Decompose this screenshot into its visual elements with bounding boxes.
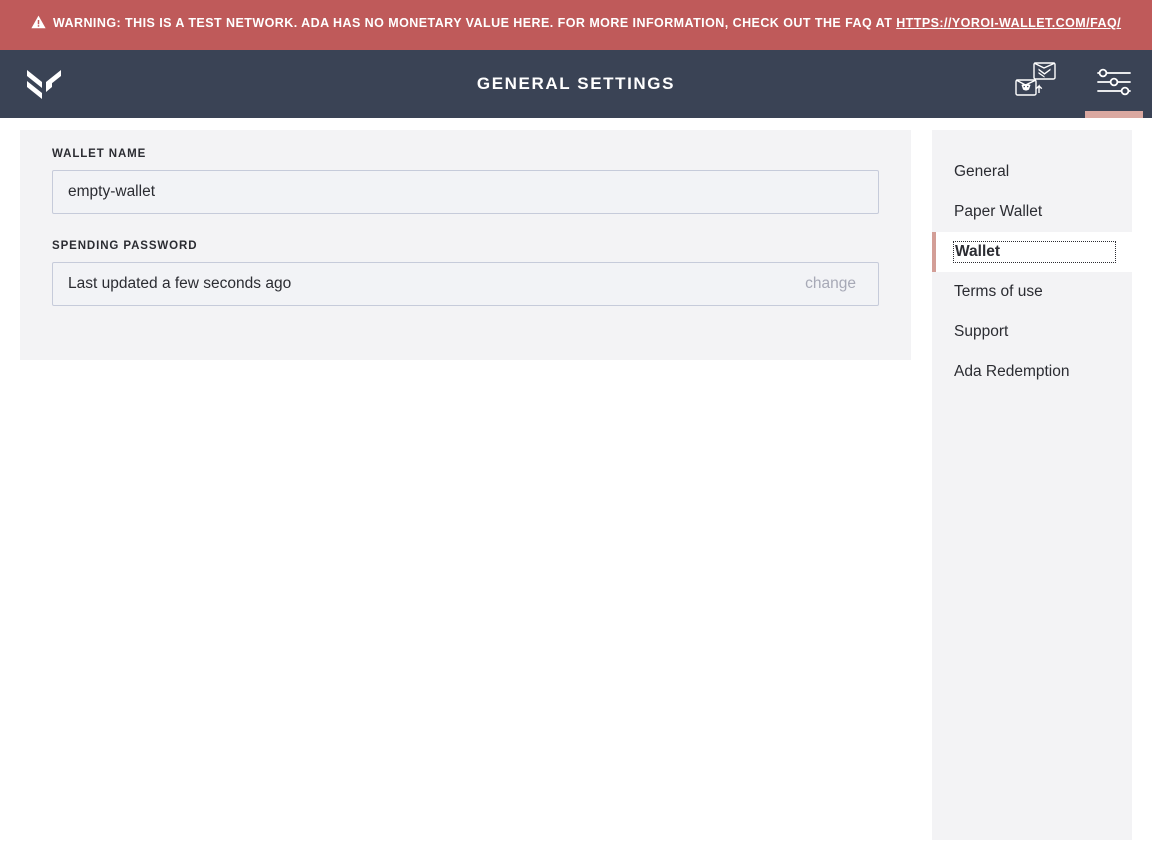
menu-item-label: General xyxy=(954,163,1010,180)
test-network-warning-banner: Warning: This is a test network. ADA has… xyxy=(0,0,1152,50)
top-nav-actions xyxy=(1000,50,1152,118)
warning-triangle-icon xyxy=(31,15,46,36)
wallet-name-label: Wallet name xyxy=(52,148,147,160)
settings-sliders-icon xyxy=(1095,67,1133,102)
menu-item-ada-redemption[interactable]: Ada Redemption xyxy=(932,352,1132,392)
menu-item-label: Ada Redemption xyxy=(954,363,1070,380)
menu-item-label: Paper Wallet xyxy=(954,203,1043,220)
change-password-link[interactable]: change xyxy=(805,275,863,293)
menu-item-general[interactable]: General xyxy=(932,152,1132,192)
menu-item-paper-wallet[interactable]: Paper Wallet xyxy=(932,192,1132,232)
wallet-switch-icon xyxy=(1013,61,1063,108)
spending-password-status: Last updated a few seconds ago xyxy=(68,275,292,292)
settings-button[interactable] xyxy=(1076,50,1152,118)
menu-item-support[interactable]: Support xyxy=(932,312,1132,352)
warning-banner-text: Warning: This is a test network. ADA has… xyxy=(31,13,1121,36)
top-navigation-bar: General Settings xyxy=(0,50,1152,118)
warning-banner-message: Warning: This is a test network. ADA has… xyxy=(52,15,897,30)
settings-page-body: Wallet name Spending password Last updat… xyxy=(0,118,1152,847)
wallet-name-input[interactable] xyxy=(52,170,879,214)
wallet-switch-button[interactable] xyxy=(1000,50,1076,118)
spending-password-label: Spending password xyxy=(52,240,198,252)
page-title: General Settings xyxy=(476,74,676,93)
menu-item-label: Wallet xyxy=(953,241,1116,263)
menu-item-label: Support xyxy=(954,323,1009,340)
menu-item-label: Terms of use xyxy=(954,283,1043,300)
settings-side-menu: General Paper Wallet Wallet Terms of use… xyxy=(932,130,1132,840)
menu-item-wallet[interactable]: Wallet xyxy=(932,232,1132,272)
wallet-settings-panel: Wallet name Spending password Last updat… xyxy=(20,130,911,360)
spending-password-field: Last updated a few seconds ago change xyxy=(52,262,879,306)
faq-link[interactable]: https://yoroi-wallet.com/faq/ xyxy=(896,16,1121,30)
menu-item-terms-of-use[interactable]: Terms of use xyxy=(932,272,1132,312)
yoroi-chevron-logo-icon[interactable] xyxy=(25,67,63,101)
